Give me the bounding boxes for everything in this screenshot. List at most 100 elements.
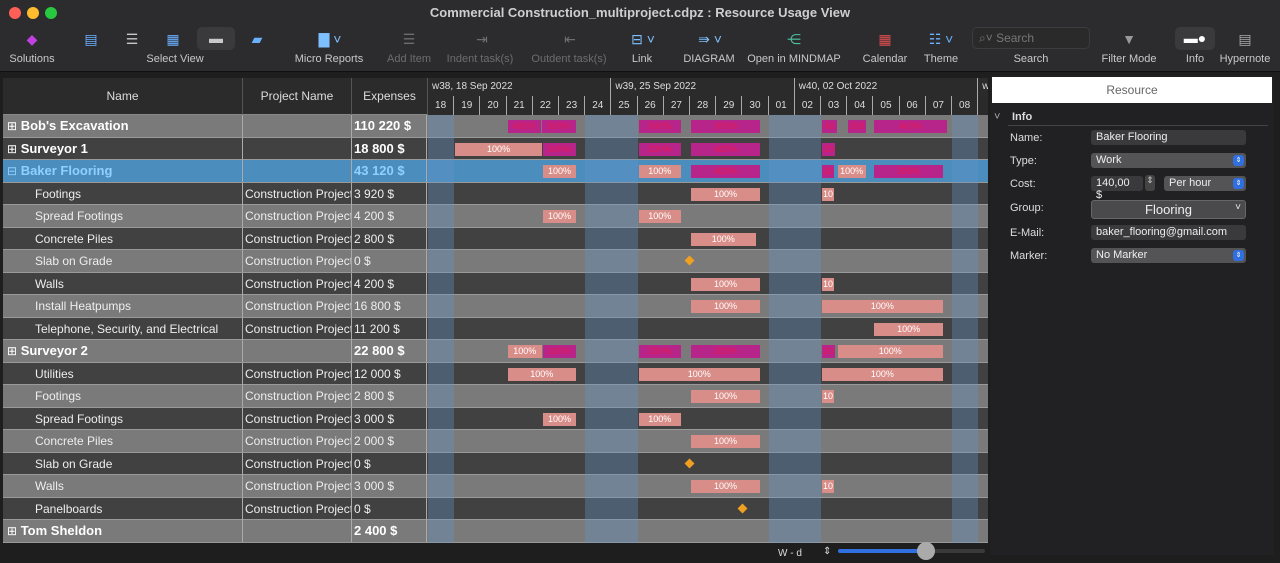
section-info[interactable]: Info [1012,111,1032,123]
allocation-bar[interactable]: 100% [638,367,760,381]
overallocation-bar[interactable]: 400% [507,120,541,133]
zoom-slider-thumb[interactable] [917,542,936,560]
allocation-bar[interactable]: 100% [691,480,760,493]
allocation-bar[interactable]: 100% [542,412,577,426]
allocation-bar[interactable]: 100% [638,412,681,426]
column-header-name[interactable]: Name [3,78,243,115]
allocation-bar[interactable]: 100% [507,367,577,381]
resource-row[interactable]: ⊞ Bob's Excavation 110 220 $400% 500% 500% 3… [3,115,988,138]
allocation-bar[interactable]: 100% [507,345,542,358]
expand-icon[interactable]: ⊞ [7,524,17,538]
overallocation-bar[interactable]: 300% [691,120,760,133]
link-button[interactable]: ⊟ ˅ [625,28,661,50]
micro-reports-button[interactable]: ▇ ˅ [312,28,348,50]
mindmap-button[interactable]: ⋲ [780,28,808,50]
resource-row[interactable]: ⊞ Surveyor 2 22 800 $100% 200% 200% 200% 20 10… [3,340,988,363]
task-row[interactable]: Panelboards Construction Project 0 $ [3,497,988,520]
allocation-bar[interactable]: 100% [691,187,760,201]
overallocation-bar[interactable]: 200% [691,345,760,358]
overallocation-bar[interactable]: 300% [691,142,760,156]
allocation-bar[interactable]: 100% [874,322,943,336]
overallocation-bar[interactable]: 30 [822,165,835,178]
overallocation-bar[interactable]: 20 [822,142,836,156]
overallocation-bar[interactable]: 200% [638,345,681,358]
task-row[interactable]: Slab on Grade Construction Project 0 $ [3,452,988,475]
expand-icon[interactable]: ⊞ [7,142,17,156]
task-row[interactable]: Spread Footings Construction Project 3 000… [3,407,988,430]
overallocation-bar[interactable]: 20 [822,345,836,358]
overallocation-bar[interactable]: 200% [542,142,577,156]
task-row[interactable]: Footings Construction Project 2 800 $100% 1… [3,385,988,408]
info-button[interactable]: ▬● [1175,27,1215,50]
column-header-project[interactable]: Project Name [243,78,352,115]
resource-row[interactable]: ⊞ Surveyor 1 18 800 $100% 200% 200% 300% 20 [3,137,988,160]
column-header-expenses[interactable]: Expenses [352,78,428,115]
theme-button[interactable]: ☷ ˅ [922,28,960,50]
zoom-slider[interactable] [838,542,985,560]
allocation-bar[interactable]: 100% [542,165,577,178]
allocation-bar[interactable]: 10 [822,480,835,493]
email-field[interactable]: baker_flooring@gmail.com [1091,225,1246,240]
calendar-button[interactable]: ▦ [874,28,896,50]
overallocation-bar[interactable]: 40 [822,120,837,133]
name-field[interactable]: Baker Flooring [1091,130,1246,145]
allocation-bar[interactable]: 100% [837,165,866,178]
view-report-button[interactable]: ▰ [246,28,268,50]
overallocation-bar[interactable]: 400% [691,165,760,178]
search-input[interactable]: ⌕˅ Search [972,27,1090,49]
allocation-bar[interactable]: 100% [822,300,943,313]
resource-row[interactable]: ⊟ Baker Flooring 43 120 $100% 100% 400% 30 10… [3,160,988,183]
filter-mode-button[interactable]: ▼ [1118,28,1140,50]
overallocation-bar[interactable]: 500% [541,120,577,133]
allocation-bar[interactable]: 100% [837,345,943,358]
allocation-bar[interactable]: 100% [455,142,542,156]
cost-stepper[interactable]: ⇕ [1145,175,1155,191]
allocation-bar[interactable]: 100% [638,210,681,223]
tab-resource[interactable]: Resource [992,77,1272,103]
type-select[interactable]: Work ⇕ [1091,153,1246,168]
view-resource-usage-button[interactable]: ▬ [197,27,235,50]
expand-icon[interactable]: ⊞ [7,344,17,358]
task-row[interactable]: Slab on Grade Construction Project 0 $ [3,250,988,273]
task-row[interactable]: Spread Footings Construction Project 4 200… [3,205,988,228]
task-row[interactable]: Telephone, Security, and Electrical Const… [3,317,988,340]
scale-stepper[interactable]: ⇕ [823,546,831,557]
overallocation-bar[interactable]: 400% [874,120,947,133]
expand-icon[interactable]: ⊞ [7,119,17,133]
milestone-icon[interactable] [684,255,695,266]
task-row[interactable]: Utilities Construction Project 12 000 $100… [3,362,988,385]
task-row[interactable]: Walls Construction Project 4 200 $ 100% 10 [3,272,988,295]
outdent-button[interactable]: ⇤ [556,28,584,50]
allocation-bar[interactable]: 10 [822,277,835,291]
cost-unit-select[interactable]: Per hour ⇕ [1164,176,1246,191]
collapse-icon[interactable]: ⊟ [7,164,17,178]
allocation-bar[interactable]: 100% [638,165,681,178]
group-select[interactable]: Flooring ˅ [1091,200,1246,219]
resource-row[interactable]: ⊞ Tom Sheldon 2 400 $ [3,520,988,543]
add-item-button[interactable]: ☰ [395,28,423,50]
allocation-bar[interactable]: 100% [822,367,943,381]
view-resources-button[interactable]: ▦ [162,28,184,50]
allocation-bar[interactable]: 100% [542,210,577,223]
allocation-bar[interactable]: 100% [691,390,760,403]
solutions-button[interactable]: ◆ [12,28,52,50]
marker-select[interactable]: No Marker ⇕ [1091,248,1246,263]
chevron-down-icon[interactable]: ˅ [994,111,1000,123]
allocation-bar[interactable]: 100% [691,232,756,246]
cost-field[interactable]: 140,00 $ [1091,176,1143,201]
overallocation-bar[interactable]: 200% [874,165,943,178]
overallocation-bar[interactable]: 300 [848,120,866,133]
milestone-icon[interactable] [737,503,748,513]
allocation-bar[interactable]: 100% [691,300,760,313]
view-gantt-button[interactable]: ▤ [80,28,102,50]
allocation-bar[interactable]: 10 [822,390,835,403]
hypernote-button[interactable]: ▤ [1234,28,1256,50]
overallocation-bar[interactable]: 200% [638,142,681,156]
overallocation-bar[interactable]: 500% [638,120,681,133]
diagram-button[interactable]: ⇛ ˅ [690,28,730,50]
overallocation-bar[interactable]: 200% [542,345,577,358]
view-tasks-button[interactable]: ☰ [121,28,143,50]
allocation-bar[interactable]: 10 [822,187,835,201]
task-row[interactable]: Footings Construction Project 3 920 $100% 1… [3,182,988,205]
task-row[interactable]: Concrete Piles Construction Project 2 800 … [3,227,988,250]
